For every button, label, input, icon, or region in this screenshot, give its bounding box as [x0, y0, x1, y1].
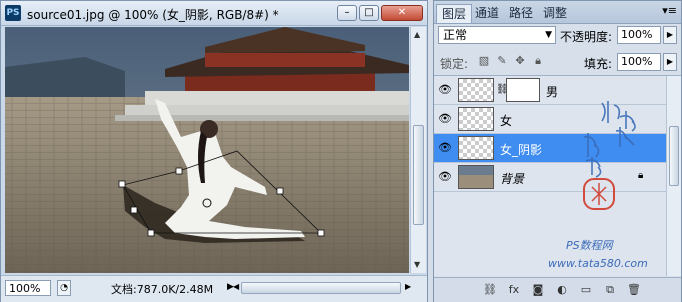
tab-adjustments[interactable]: 调整 — [538, 4, 572, 23]
layer-thumbnail — [458, 136, 494, 160]
layer-row-man[interactable]: 👁︎ ⛓ 男 — [434, 76, 666, 105]
layer-row-woman-shadow[interactable]: 👁︎ 女_阴影 — [434, 134, 666, 163]
document-title: source01.jpg @ 100% (女_阴影, RGB/8#) * — [27, 8, 279, 22]
layers-panel: 图层 通道 路径 调整 ▾≡ 正常 ▼ 不透明度: 100% ▶ 锁定: ▧ ✎… — [433, 0, 682, 302]
new-layer-icon[interactable]: ⧉ — [602, 282, 618, 298]
layer-name: 背景 — [500, 172, 525, 186]
fill-label: 填充: — [584, 57, 613, 71]
blend-mode-select[interactable]: 正常 ▼ — [438, 26, 556, 44]
scroll-down-icon[interactable]: ▼ — [414, 260, 420, 269]
panel-tabs: 图层 通道 路径 调整 ▾≡ — [434, 1, 681, 24]
layers-bottom-bar: ⛓ fx ◙ ◐ ▭ ⧉ 🗑︎ — [434, 277, 681, 302]
scroll-right-icon[interactable]: ▶ — [405, 282, 411, 291]
lock-all-icon[interactable]: 🔒︎ — [532, 55, 544, 67]
layer-list: 👁︎ ⛓ 男 👁︎ 女 👁︎ 女_阴影 👁︎ 背景 🔒︎ — [434, 75, 681, 276]
layer-style-icon[interactable]: fx — [506, 282, 522, 298]
tab-layers[interactable]: 图层 — [436, 4, 473, 23]
layer-mask-thumbnail[interactable] — [506, 78, 540, 102]
lock-icon: 🔒︎ — [638, 170, 644, 181]
add-mask-icon[interactable]: ◙ — [530, 282, 546, 298]
canvas-image — [5, 27, 409, 273]
lock-position-icon[interactable]: ✥ — [514, 55, 526, 67]
eye-icon[interactable]: 👁︎ — [438, 84, 452, 96]
trash-icon[interactable]: 🗑︎ — [626, 282, 642, 298]
watermark-url: www.tata580.com — [548, 257, 648, 270]
blend-row: 正常 ▼ 不透明度: 100% ▶ — [434, 23, 681, 47]
minimize-button[interactable]: – — [337, 5, 357, 21]
status-info-icon[interactable]: ◔ — [57, 280, 71, 296]
fill-slider-button[interactable]: ▶ — [663, 53, 677, 71]
scroll-up-icon[interactable]: ▲ — [414, 30, 420, 39]
status-bar: 100% ◔ 文档:787.0K/2.48M ▶ ◀ ▶ — [1, 275, 427, 302]
document-info: 文档:787.0K/2.48M — [111, 283, 214, 296]
document-window: PS source01.jpg @ 100% (女_阴影, RGB/8#) * … — [0, 0, 428, 302]
layer-thumbnail — [458, 165, 494, 189]
layers-scrollbar[interactable] — [666, 76, 681, 276]
photoshop-icon: PS — [5, 5, 21, 21]
panel-menu-icon[interactable]: ▾≡ — [662, 4, 677, 17]
maximize-button[interactable]: □ — [359, 5, 379, 21]
lock-row: 锁定: ▧ ✎ ✥ 🔒︎ 填充: 100% ▶ — [434, 51, 681, 73]
chevron-down-icon: ▼ — [545, 30, 552, 40]
layer-thumbnail — [458, 78, 494, 102]
layer-row-woman[interactable]: 👁︎ 女 — [434, 105, 666, 134]
document-titlebar[interactable]: PS source01.jpg @ 100% (女_阴影, RGB/8#) * … — [1, 1, 427, 26]
layer-name: 女 — [500, 114, 513, 128]
layer-name: 女_阴影 — [500, 143, 543, 157]
zoom-field[interactable]: 100% — [5, 280, 51, 296]
adjustment-layer-icon[interactable]: ◐ — [554, 282, 570, 298]
tab-paths[interactable]: 路径 — [504, 4, 538, 23]
lock-label: 锁定: — [440, 57, 469, 71]
opacity-label: 不透明度: — [560, 30, 613, 44]
close-button[interactable]: ✕ — [381, 5, 423, 21]
blend-mode-value: 正常 — [443, 28, 468, 42]
layer-name: 男 — [546, 85, 559, 99]
new-group-icon[interactable]: ▭ — [578, 282, 594, 298]
layer-row-background[interactable]: 👁︎ 背景 🔒︎ — [434, 163, 666, 192]
layer-thumbnail — [458, 107, 494, 131]
eye-icon[interactable]: 👁︎ — [438, 142, 452, 154]
tab-channels[interactable]: 通道 — [470, 4, 504, 23]
fill-input[interactable]: 100% — [617, 53, 661, 71]
eye-icon[interactable]: 👁︎ — [438, 113, 452, 125]
opacity-slider-button[interactable]: ▶ — [663, 26, 677, 44]
lock-pixels-icon[interactable]: ✎ — [496, 55, 508, 67]
scroll-left-icon[interactable]: ◀ — [233, 282, 239, 291]
opacity-input[interactable]: 100% — [617, 26, 661, 44]
image-canvas[interactable] — [5, 27, 409, 273]
vertical-scroll-thumb[interactable] — [413, 125, 424, 225]
vertical-scrollbar[interactable]: ▲ ▼ — [410, 27, 426, 273]
link-layers-icon[interactable]: ⛓ — [482, 282, 498, 298]
layers-scroll-thumb[interactable] — [669, 126, 679, 186]
lock-transparency-icon[interactable]: ▧ — [478, 55, 490, 67]
horizontal-scroll-thumb[interactable] — [241, 282, 401, 294]
watermark-text: PS数程网 — [566, 239, 613, 252]
eye-icon[interactable]: 👁︎ — [438, 171, 452, 183]
